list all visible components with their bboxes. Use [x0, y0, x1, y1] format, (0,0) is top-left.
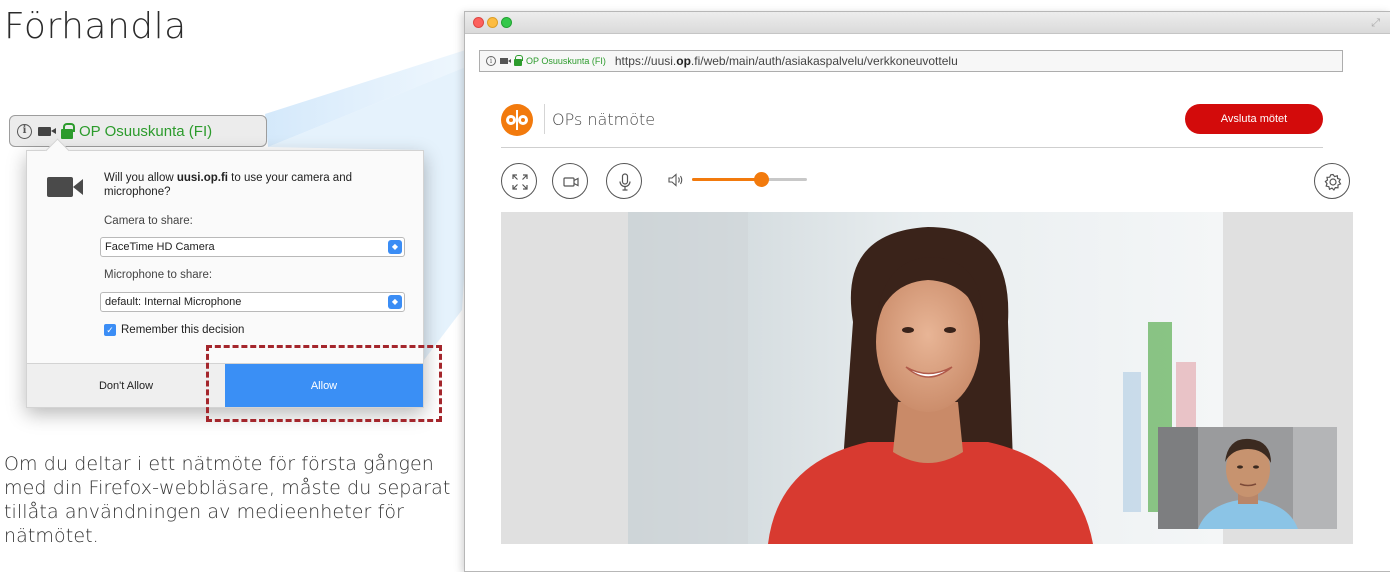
- lock-icon: [61, 122, 75, 139]
- check-icon: ✓: [104, 324, 116, 336]
- microphone-label: Microphone to share:: [104, 269, 213, 281]
- permission-question: Will you allow uusi.op.fi to use your ca…: [104, 171, 404, 199]
- site-identity-label: OP Osuuskunta (FI): [79, 122, 213, 140]
- allow-highlight-box: [206, 345, 442, 422]
- volume-slider-fill: [692, 178, 761, 181]
- url-prefix: https://uusi.: [614, 54, 677, 68]
- chevron-updown-icon: ◆: [388, 295, 402, 309]
- window-titlebar: ⤢: [465, 12, 1390, 34]
- chevron-updown-icon: ◆: [388, 240, 402, 254]
- microphone-icon: [619, 173, 631, 191]
- url-text: https://uusi.op.fi/web/main/auth/asiakas…: [615, 54, 958, 68]
- browser-window: ⤢ i OP Osuuskunta (FI) https://uusi.op.f…: [464, 11, 1390, 572]
- microphone-select[interactable]: default: Internal Microphone ◆: [100, 292, 405, 312]
- gear-icon: [1324, 173, 1342, 191]
- self-view-video: [1158, 427, 1337, 529]
- volume-slider[interactable]: [692, 172, 807, 187]
- close-window-button[interactable]: [473, 17, 484, 28]
- fullscreen-icon: [512, 174, 528, 190]
- op-logo: [501, 104, 533, 136]
- expand-icon[interactable]: ⤢: [1371, 16, 1380, 30]
- microphone-select-value: default: Internal Microphone: [105, 296, 242, 308]
- minimize-window-button[interactable]: [487, 17, 498, 28]
- settings-button[interactable]: [1314, 163, 1350, 199]
- question-domain: uusi.op.fi: [176, 172, 228, 184]
- instruction-text: Om du deltar i ett nätmöte för första gå…: [4, 453, 451, 547]
- header-divider: [544, 104, 545, 134]
- volume-slider-handle[interactable]: [754, 172, 769, 187]
- fullscreen-button[interactable]: [501, 163, 537, 199]
- camera-icon: [500, 58, 511, 64]
- remember-checkbox[interactable]: ✓ Remember this decision: [104, 324, 244, 336]
- question-text: Will you allow: [104, 172, 177, 184]
- dont-allow-button[interactable]: Don't Allow: [27, 364, 225, 407]
- camera-toggle-button[interactable]: [552, 163, 588, 199]
- app-title: OPs nätmöte: [552, 110, 656, 129]
- info-icon: i: [17, 123, 32, 139]
- app-header: OPs nätmöte Avsluta mötet: [501, 92, 1323, 148]
- url-suffix: .fi/web/main/auth/asiakaspalvelu/verkkon…: [690, 54, 958, 68]
- info-icon: i: [486, 56, 496, 66]
- remote-video: [628, 212, 1223, 544]
- microphone-toggle-button[interactable]: [606, 163, 642, 199]
- address-bar[interactable]: i OP Osuuskunta (FI) https://uusi.op.fi/…: [479, 50, 1343, 72]
- camera-label: Camera to share:: [104, 215, 193, 227]
- end-meeting-button[interactable]: Avsluta mötet: [1185, 104, 1323, 134]
- url-domain: op: [676, 54, 691, 68]
- lock-icon: [514, 55, 523, 66]
- volume-icon[interactable]: [667, 172, 685, 188]
- camera-icon: [563, 177, 579, 187]
- camera-select[interactable]: FaceTime HD Camera ◆: [100, 237, 405, 257]
- firefox-identity-bar[interactable]: i OP Osuuskunta (FI): [9, 115, 267, 147]
- zoom-window-button[interactable]: [501, 17, 512, 28]
- video-stage: [501, 212, 1353, 544]
- camera-icon: [47, 177, 83, 197]
- page-heading: Förhandla: [4, 6, 187, 47]
- camera-icon: [38, 126, 56, 136]
- camera-select-value: FaceTime HD Camera: [105, 241, 215, 253]
- remember-label: Remember this decision: [121, 324, 245, 336]
- site-identity-label: OP Osuuskunta (FI): [526, 56, 606, 66]
